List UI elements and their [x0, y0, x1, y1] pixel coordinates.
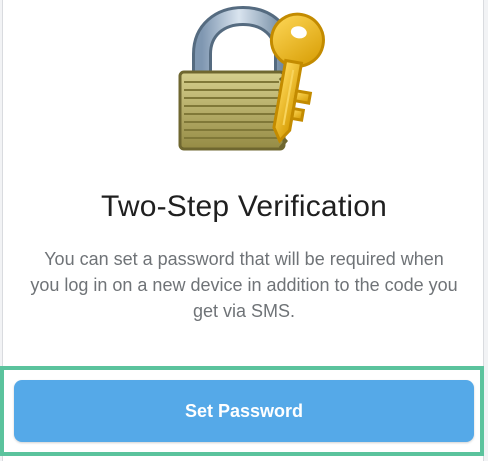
- page-description: You can set a password that will be requ…: [30, 249, 458, 321]
- set-password-button[interactable]: Set Password: [14, 380, 474, 442]
- padlock-and-key-icon: [166, 5, 326, 156]
- page-title: Two-Step Verification: [100, 190, 387, 223]
- set-password-highlight: Set Password: [0, 366, 484, 456]
- two-step-verification-screen: Two-Step Verification You can set a pass…: [0, 0, 488, 461]
